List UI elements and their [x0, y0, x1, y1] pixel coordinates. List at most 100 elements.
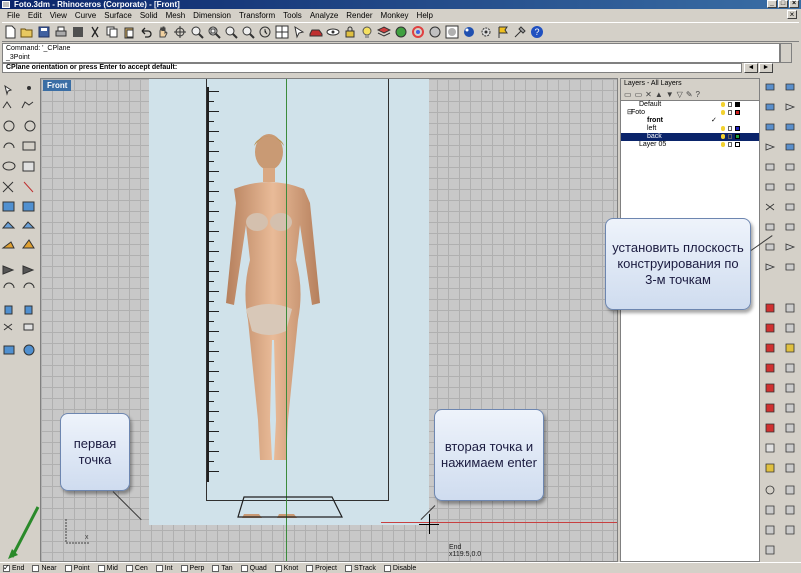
osnap-checkbox[interactable] [155, 564, 163, 572]
menu-solid[interactable]: Solid [136, 11, 162, 20]
maximize-button[interactable]: □ [778, 0, 788, 8]
layer-color-swatch[interactable] [735, 126, 740, 131]
pan-hand-icon[interactable] [155, 24, 171, 40]
osnap-quad[interactable]: Quad [240, 564, 267, 572]
help-small-icon[interactable]: ? [696, 90, 700, 99]
osnap-checkbox[interactable] [344, 564, 352, 572]
rhino-app-icon[interactable] [2, 1, 10, 8]
shade-icon[interactable] [427, 24, 443, 40]
layer-row[interactable]: ⊟ Foto [621, 109, 759, 117]
four-viewports-icon[interactable] [274, 24, 290, 40]
light-bulb-icon[interactable] [359, 24, 375, 40]
menu-render[interactable]: Render [342, 11, 376, 20]
visibility-bulb-icon[interactable] [721, 134, 725, 139]
osnap-project[interactable]: Project [306, 564, 337, 572]
rotate-view-icon[interactable] [172, 24, 188, 40]
menu-analyze[interactable]: Analyze [306, 11, 342, 20]
print-icon[interactable] [53, 24, 69, 40]
delete-layer-icon[interactable]: ✕ [645, 90, 652, 99]
new-layer-icon[interactable]: ▭ [624, 90, 632, 99]
layer-color-swatch[interactable] [735, 134, 740, 139]
viewport-title[interactable]: Front [43, 80, 72, 91]
tools-icon[interactable] [512, 24, 528, 40]
menu-monkey[interactable]: Monkey [377, 11, 413, 20]
layer-row[interactable]: Layer 05 [621, 141, 759, 149]
render-preview-icon[interactable] [444, 24, 460, 40]
menu-dimension[interactable]: Dimension [189, 11, 235, 20]
osnap-checkbox[interactable] [180, 564, 188, 572]
menu-transform[interactable]: Transform [235, 11, 279, 20]
osnap-tan[interactable]: Tan [212, 564, 233, 572]
lock-icon[interactable] [728, 110, 732, 115]
new-file-icon[interactable] [2, 24, 18, 40]
menu-view[interactable]: View [46, 11, 71, 20]
command-history-scrollbar[interactable] [780, 43, 792, 63]
menu-file[interactable]: File [3, 11, 24, 20]
command-prompt[interactable]: CPlane orientation or press Enter to acc… [2, 63, 742, 73]
lock-icon[interactable] [728, 142, 732, 147]
osnap-int[interactable]: Int [155, 564, 173, 572]
new-sublayer-icon[interactable]: ▭ [635, 90, 643, 99]
osnap-near[interactable]: Near [32, 564, 57, 572]
visibility-bulb-icon[interactable] [721, 110, 725, 115]
layer-row[interactable]: left [621, 125, 759, 133]
menu-edit[interactable]: Edit [24, 11, 46, 20]
visibility-bulb-icon[interactable] [721, 142, 725, 147]
render-sphere-icon[interactable] [461, 24, 477, 40]
zoom-dynamic-icon[interactable] [189, 24, 205, 40]
layer-row[interactable]: front ✓ [621, 117, 759, 125]
lock-icon[interactable] [728, 134, 732, 139]
osnap-point[interactable]: Point [64, 564, 90, 572]
open-file-icon[interactable] [19, 24, 35, 40]
undo-icon[interactable] [138, 24, 154, 40]
car-icon[interactable] [308, 24, 324, 40]
osnap-knot[interactable]: Knot [274, 564, 298, 572]
osnap-checkbox[interactable] [125, 564, 133, 572]
osnap-checkbox[interactable] [306, 564, 314, 572]
zoom-extents-icon[interactable] [223, 24, 239, 40]
paste-icon[interactable] [121, 24, 137, 40]
osnap-checkbox[interactable] [32, 564, 40, 572]
osnap-checkbox[interactable] [64, 564, 72, 572]
menu-surface[interactable]: Surface [100, 11, 136, 20]
menu-mesh[interactable]: Mesh [162, 11, 190, 20]
select-icon[interactable] [291, 24, 307, 40]
front-viewport[interactable]: Front первая точка вторая точка и нажима… [40, 78, 618, 562]
zoom-window-icon[interactable] [206, 24, 222, 40]
properties-icon[interactable] [393, 24, 409, 40]
menu-help[interactable]: Help [413, 11, 437, 20]
move-up-icon[interactable]: ▲ [655, 90, 663, 99]
right-tool-icons[interactable] [762, 78, 801, 562]
flag-icon[interactable] [495, 24, 511, 40]
minimize-button[interactable]: _ [767, 0, 777, 8]
osnap-perp[interactable]: Perp [180, 564, 204, 572]
menu-tools[interactable]: Tools [279, 11, 306, 20]
layer-color-swatch[interactable] [735, 102, 740, 107]
osnap-mid[interactable]: Mid [97, 564, 118, 572]
color-wheel-icon[interactable] [410, 24, 426, 40]
layer-row[interactable]: Default [621, 101, 759, 109]
osnap-checkbox[interactable] [240, 564, 248, 572]
tools-icon[interactable]: ✎ [686, 90, 693, 99]
move-down-icon[interactable]: ▼ [666, 90, 674, 99]
osnap-strack[interactable]: STrack [344, 564, 376, 572]
menu-curve[interactable]: Curve [71, 11, 100, 20]
help-icon[interactable]: ? [529, 24, 545, 40]
visibility-bulb-icon[interactable] [721, 126, 725, 131]
document-close-button[interactable]: × [787, 10, 797, 19]
lock-icon[interactable] [728, 102, 732, 107]
layer-color-swatch[interactable] [735, 110, 740, 115]
undo-view-icon[interactable] [257, 24, 273, 40]
current-layer-check-icon[interactable]: ✓ [711, 117, 717, 125]
left-tool-icons[interactable] [0, 78, 40, 368]
next-button[interactable]: ► [759, 63, 773, 73]
osnap-end[interactable]: End [3, 563, 24, 572]
hide-icon[interactable] [325, 24, 341, 40]
layer-color-swatch[interactable] [735, 142, 740, 147]
osnap-checkbox[interactable] [274, 564, 282, 572]
save-small-icon[interactable] [70, 24, 86, 40]
osnap-cen[interactable]: Cen [125, 564, 148, 572]
layer-icon[interactable] [376, 24, 392, 40]
layer-row[interactable]: back [621, 133, 759, 141]
lock-icon[interactable] [728, 126, 732, 131]
